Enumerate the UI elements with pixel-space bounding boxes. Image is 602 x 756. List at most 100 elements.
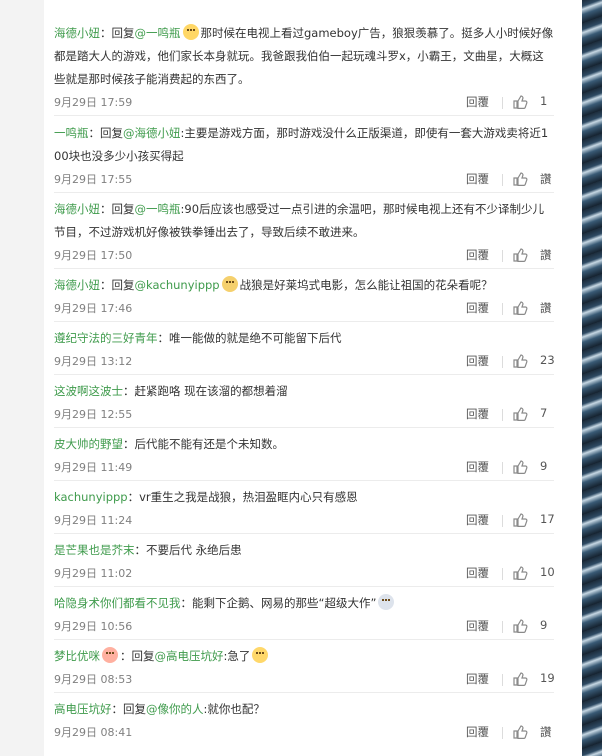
comment-text: 海德小妞：回复@一鸣瓶:90后应该也感受过一点引进的余温吧，那时候电视上还有不少… (54, 198, 554, 244)
like-count: 讚 (540, 301, 552, 315)
comment-username[interactable]: 皮大帅的野望 (54, 437, 123, 451)
like-count: 讚 (540, 248, 552, 262)
comment-timestamp: 9月29日 11:24 (54, 514, 133, 527)
reply-prefix: ：回复 (88, 126, 124, 140)
comment-username[interactable]: kachunyippp (54, 490, 128, 504)
thumbs-up-icon[interactable] (512, 247, 528, 263)
like-count: 9 (540, 618, 548, 632)
shy-emoji-icon (102, 647, 118, 663)
comment-item: 遵纪守法的三好青年：唯一能做的就是绝不可能留下后代 9月29日 13:12 回覆… (54, 327, 555, 375)
reply-prefix: ：回复 (100, 202, 135, 216)
reply-prefix: ：回复 (100, 26, 135, 40)
divider (502, 568, 503, 580)
comment-text: kachunyippp：vr重生之我是战狼，热泪盈眶内心只有感恩 (54, 486, 554, 509)
like-count: 7 (540, 406, 548, 420)
reply-button[interactable]: 回覆 (466, 618, 489, 634)
comment-username[interactable]: 遵纪守法的三好青年 (54, 331, 158, 345)
comment-text: 一鸣瓶：回复@海德小妞:主要是游戏方面，那时游戏没什么正版渠道，即使有一套大游戏… (54, 122, 554, 168)
like-count: 23 (540, 353, 555, 367)
like-count: 9 (540, 459, 548, 473)
divider (502, 674, 503, 686)
comment-item: 一鸣瓶：回复@海德小妞:主要是游戏方面，那时游戏没什么正版渠道，即使有一套大游戏… (54, 122, 554, 193)
divider (502, 727, 503, 739)
mention-link[interactable]: @海德小妞 (123, 126, 181, 140)
thumbs-up-icon[interactable] (512, 724, 528, 740)
comment-timestamp: 9月29日 17:50 (54, 249, 133, 262)
divider (502, 356, 503, 368)
comment-text: 是芒果也是芥末：不要后代 永绝后患 (54, 539, 554, 562)
mention-link[interactable]: @kachunyippp (135, 278, 220, 292)
comment-text: 海德小妞：回复@一鸣瓶 那时候在电视上看过gameboy广告，狼狠羡慕了。挺多人小… (54, 22, 554, 91)
divider (502, 250, 503, 262)
comment-meta: 9月29日 11:49 回覆 9 (54, 456, 554, 480)
comment-meta: 9月29日 12:55 回覆 7 (54, 403, 554, 427)
comment-timestamp: 9月29日 17:59 (54, 96, 133, 109)
comment-body: :急了 (223, 649, 251, 663)
thumbs-up-icon[interactable] (512, 171, 528, 187)
reply-button[interactable]: 回覆 (466, 512, 489, 528)
comment-timestamp: 9月29日 12:55 (54, 408, 133, 421)
mention-link[interactable]: @像你的人 (146, 702, 204, 716)
comment-item: 是芒果也是芥末：不要后代 永绝后患 9月29日 11:02 回覆 10 (54, 539, 555, 587)
thumbs-up-icon[interactable] (512, 618, 528, 634)
shock-emoji-icon (378, 594, 395, 610)
reply-button[interactable]: 回覆 (466, 300, 489, 316)
thumbs-up-icon[interactable] (512, 94, 528, 110)
like-count: 10 (540, 565, 555, 579)
background-image (582, 0, 602, 756)
mention-link[interactable]: @一鸣瓶 (135, 26, 181, 40)
reply-button[interactable]: 回覆 (466, 353, 489, 369)
thumbs-up-icon[interactable] (512, 459, 528, 475)
comment-timestamp: 9月29日 13:12 (54, 355, 133, 368)
divider (502, 97, 503, 109)
cat-emoji-icon (221, 276, 238, 292)
thumbs-up-icon[interactable] (512, 512, 528, 528)
mention-link[interactable]: @高电压坑好 (155, 649, 224, 663)
comment-username[interactable]: 海德小妞 (54, 26, 100, 40)
comment-timestamp: 9月29日 10:56 (54, 620, 133, 633)
comment-username[interactable]: 高电压坑好 (54, 702, 112, 716)
like-count: 1 (540, 94, 548, 108)
reply-prefix: ：回复 (120, 649, 155, 663)
comment-username[interactable]: 海德小妞 (54, 202, 100, 216)
divider (502, 515, 503, 527)
comment-username[interactable]: 哈隐身术你们都看不见我 (54, 596, 181, 610)
mention-link[interactable]: @一鸣瓶 (135, 202, 181, 216)
comment-username[interactable]: 一鸣瓶 (54, 126, 89, 140)
reply-button[interactable]: 回覆 (466, 171, 489, 187)
comment-username[interactable]: 海德小妞 (54, 278, 100, 292)
reply-button[interactable]: 回覆 (466, 459, 489, 475)
comment-item: 海德小妞：回复@kachunyippp 战狼是好莱坞式电影，怎么能让祖国的花朵看呢… (54, 274, 554, 322)
reply-button[interactable]: 回覆 (466, 247, 489, 263)
comment-timestamp: 9月29日 17:55 (54, 173, 133, 186)
thumbs-up-icon[interactable] (512, 353, 528, 369)
comment-text: 海德小妞：回复@kachunyippp 战狼是好莱坞式电影，怎么能让祖国的花朵看呢… (54, 274, 554, 297)
comment-username[interactable]: 这波啊这波士 (54, 384, 123, 398)
comment-timestamp: 9月29日 17:46 (54, 302, 133, 315)
comment-meta: 9月29日 10:56 回覆 9 (54, 615, 554, 639)
thumbs-up-icon[interactable] (512, 671, 528, 687)
comment-username[interactable]: 梦比优咪 (54, 649, 100, 663)
comment-text: 皮大帅的野望：后代能不能有还是个未知数。 (54, 433, 554, 456)
reply-button[interactable]: 回覆 (466, 671, 489, 687)
comment-username[interactable]: 是芒果也是芥末 (54, 543, 135, 557)
thumbs-up-icon[interactable] (512, 406, 528, 422)
comment-body: 战狼是好莱坞式电影，怎么能让祖国的花朵看呢？ (239, 278, 493, 292)
thumbs-up-icon[interactable] (512, 565, 528, 581)
divider (502, 621, 503, 633)
comment-item: 梦比优咪 ：回复@高电压坑好:急了 9月29日 08:53 回覆 19 (54, 645, 555, 693)
comment-body: :就你也配？ (203, 702, 265, 716)
comment-timestamp: 9月29日 08:41 (54, 726, 133, 739)
comment-text: 遵纪守法的三好青年：唯一能做的就是绝不可能留下后代 (54, 327, 554, 350)
comment-meta: 9月29日 11:24 回覆 17 (54, 509, 555, 533)
reply-button[interactable]: 回覆 (466, 94, 489, 110)
comment-text: 高电压坑好：回复@像你的人:就你也配？ (54, 698, 554, 721)
like-count: 19 (540, 671, 555, 685)
comment-meta: 9月29日 08:53 回覆 19 (54, 668, 555, 692)
reply-button[interactable]: 回覆 (466, 724, 489, 740)
comment-meta: 9月29日 17:59 回覆 1 (54, 91, 554, 115)
thumbs-up-icon[interactable] (512, 300, 528, 316)
comment-body: ：能剩下企鹅、网易的那些“超级大作” (180, 596, 377, 610)
reply-button[interactable]: 回覆 (466, 406, 489, 422)
reply-button[interactable]: 回覆 (466, 565, 489, 581)
